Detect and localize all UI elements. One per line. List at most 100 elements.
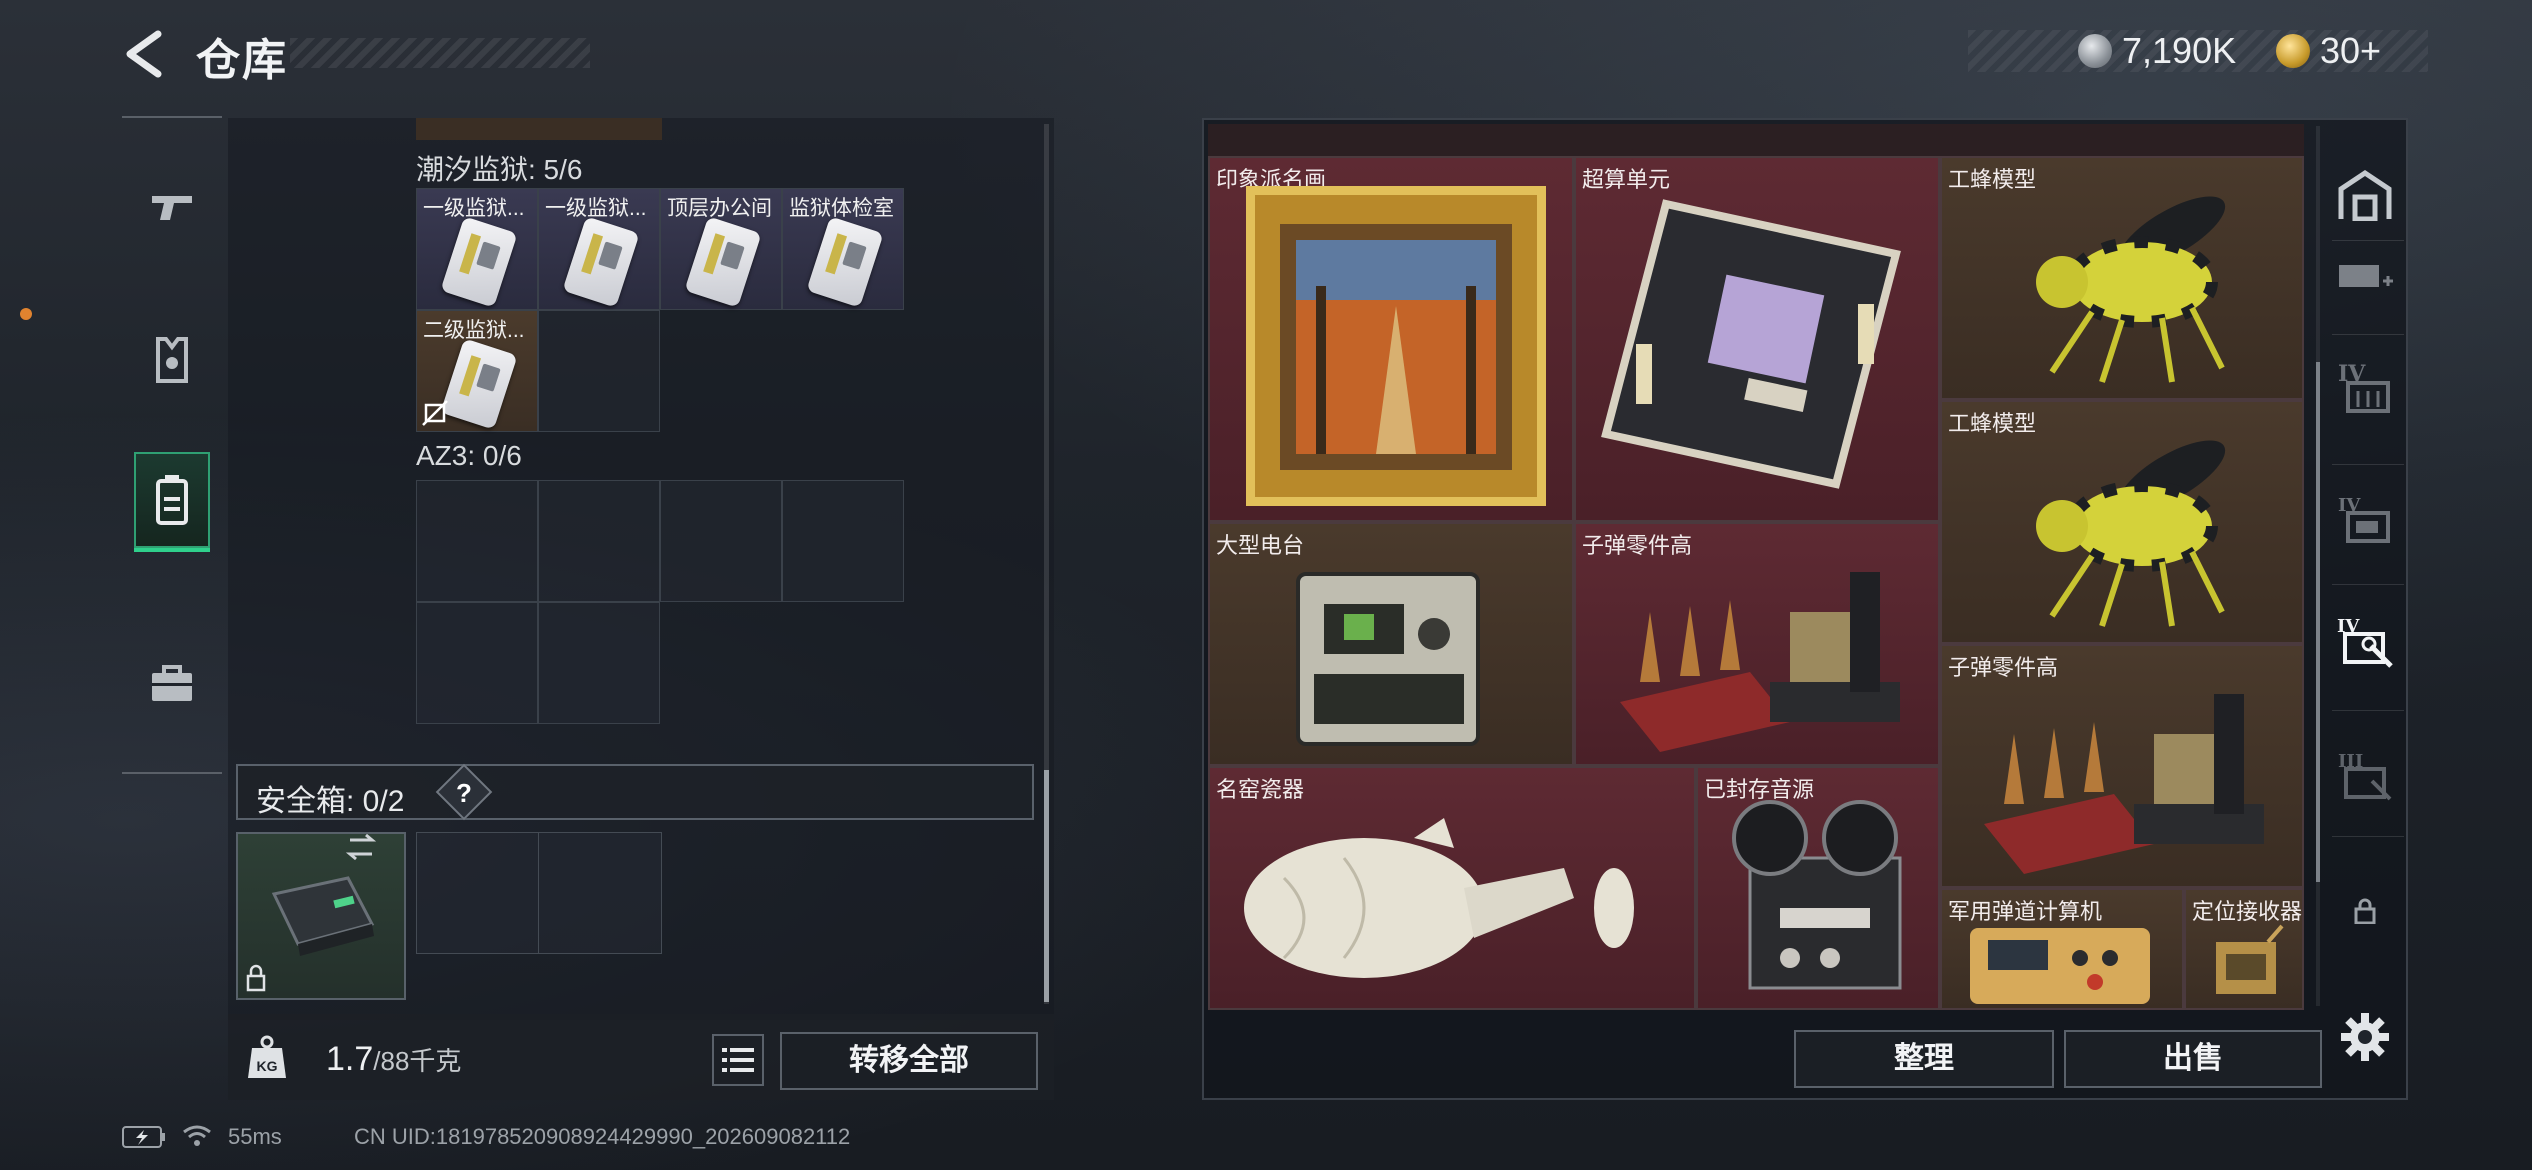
silver-currency-value: 7,190K bbox=[2122, 30, 2237, 71]
storage-item-painting[interactable]: 印象派名画 bbox=[1208, 156, 1574, 522]
ping-text: 55ms bbox=[228, 1124, 282, 1149]
warehouse-tab[interactable] bbox=[2330, 160, 2400, 230]
briefcase-icon bbox=[152, 665, 192, 701]
storage-item-large-radio[interactable]: 大型电台 bbox=[1208, 522, 1574, 766]
receiver-icon bbox=[2216, 924, 2284, 994]
silver-coin-icon bbox=[2078, 34, 2112, 68]
settings-button[interactable] bbox=[2330, 1002, 2400, 1072]
weight-display: 1.7/88千克 bbox=[326, 1040, 461, 1079]
key-slot-empty[interactable] bbox=[538, 310, 660, 432]
gold-currency-value: 30+ bbox=[2320, 30, 2382, 71]
ballistic-computer-icon bbox=[1970, 928, 2150, 1004]
svg-text:KG: KG bbox=[257, 1058, 278, 1074]
locked-slot-tab[interactable] bbox=[2330, 876, 2400, 946]
tier-iv-case-tool-icon: IV bbox=[2337, 616, 2393, 668]
key-slot[interactable]: 顶层办公间 bbox=[660, 188, 782, 310]
radio-station-icon bbox=[1296, 572, 1480, 746]
storage-item-worker-bee-model[interactable]: 工蜂模型 bbox=[1940, 400, 2304, 644]
group-label-tidal-prison: 潮汐监狱: 5/6 bbox=[416, 154, 583, 185]
ammo-parts-icon bbox=[1984, 694, 2264, 874]
az3-grid bbox=[416, 480, 906, 726]
storage-item-worker-bee-model[interactable]: 工蜂模型 bbox=[1940, 156, 2304, 400]
group-label-az3: AZ3: 0/6 bbox=[416, 440, 522, 471]
keycard-icon bbox=[440, 216, 518, 308]
storage-item-famous-porcelain[interactable]: 名窑瓷器 bbox=[1208, 766, 1696, 1010]
storage-grid: 印象派名画 超算单元 工蜂模型 工蜂模型 大型电台 子弹零件高 子弹零件高 名窑… bbox=[1208, 124, 2304, 1010]
help-button[interactable]: ? bbox=[444, 774, 484, 814]
tier-iv-tool-case-tab-selected[interactable]: IV bbox=[2330, 606, 2400, 676]
no-trade-icon bbox=[422, 400, 448, 426]
previous-row-edge bbox=[416, 118, 662, 140]
item-name: 超算单元 bbox=[1582, 167, 1671, 192]
storage-item-bullet-parts[interactable]: 子弹零件高 bbox=[1574, 522, 1940, 766]
ammo-parts-icon bbox=[1620, 572, 1900, 752]
key-slot-empty[interactable] bbox=[538, 480, 660, 602]
porcelain-vase-icon bbox=[1244, 818, 1634, 978]
key-slot-empty[interactable] bbox=[782, 480, 904, 602]
key-slot-name: 一级监狱... bbox=[545, 197, 647, 220]
storage-item-supercomputer[interactable]: 超算单元 bbox=[1574, 156, 1940, 522]
lock-icon bbox=[2354, 898, 2376, 924]
page-title: 仓库 bbox=[196, 36, 288, 85]
warehouse-icon bbox=[2338, 169, 2392, 221]
silver-currency[interactable]: 7,190K bbox=[2078, 28, 2236, 74]
gold-currency[interactable]: 30+ bbox=[2276, 28, 2381, 74]
notification-dot bbox=[20, 308, 32, 320]
tab-weapons[interactable] bbox=[134, 158, 210, 254]
list-view-button[interactable] bbox=[712, 1034, 764, 1086]
item-name: 定位接收器 bbox=[2192, 899, 2303, 924]
slot-divider bbox=[538, 832, 539, 954]
safe-box-item[interactable] bbox=[236, 832, 406, 1000]
key-slot-empty[interactable] bbox=[416, 602, 538, 724]
key-slot-name: 顶层办公间 bbox=[667, 197, 772, 220]
tier-iii-case-icon: III bbox=[2338, 751, 2392, 801]
key-slot[interactable]: 二级监狱... bbox=[416, 310, 538, 432]
key-container-icon bbox=[156, 475, 188, 525]
armor-vest-icon bbox=[156, 337, 188, 383]
weight-max: /88千克 bbox=[373, 1046, 462, 1076]
tier-iv-case-tab[interactable]: IV bbox=[2330, 354, 2400, 424]
divider bbox=[2332, 710, 2404, 711]
key-slot-empty[interactable] bbox=[660, 480, 782, 602]
gun-icon bbox=[152, 196, 192, 220]
keycard-icon bbox=[806, 216, 884, 308]
weight-kg-icon: KG bbox=[248, 1035, 286, 1078]
gear-icon bbox=[2341, 1013, 2389, 1061]
gold-coin-icon bbox=[2276, 34, 2310, 68]
weight-current: 1.7 bbox=[326, 1040, 374, 1078]
expansion-case-add-icon bbox=[2339, 265, 2393, 287]
tab-armor[interactable] bbox=[134, 312, 210, 408]
left-scrollbar-thumb[interactable] bbox=[1044, 770, 1049, 1002]
key-slot[interactable]: 监狱体检室 bbox=[782, 188, 904, 310]
transfer-all-button[interactable]: 转移全部 bbox=[780, 1032, 1038, 1090]
tab-key-containers[interactable] bbox=[134, 452, 210, 552]
tier-iv-case-icon: IV bbox=[2338, 363, 2390, 413]
safe-box-empty-slot[interactable] bbox=[416, 832, 662, 954]
uid-text: CN UID:1819785209089244299​90_2026090821… bbox=[354, 1124, 851, 1149]
tier-iii-case-tab[interactable]: III bbox=[2330, 740, 2400, 810]
safe-box-label: 安全箱: 0/2 bbox=[256, 785, 405, 818]
sell-button[interactable]: 出售 bbox=[2064, 1030, 2322, 1088]
keycard-icon bbox=[440, 338, 518, 430]
right-scrollbar-thumb[interactable] bbox=[2316, 362, 2320, 882]
divider bbox=[2332, 836, 2404, 837]
divider bbox=[2332, 464, 2404, 465]
storage-item-sealed-audio[interactable]: 已封存音源 bbox=[1696, 766, 1940, 1010]
tidy-button[interactable]: 整理 bbox=[1794, 1030, 2054, 1088]
expand-case-tab[interactable] bbox=[2330, 240, 2400, 310]
key-slot[interactable]: 一级监狱... bbox=[416, 188, 538, 310]
key-slot[interactable]: 一级监狱... bbox=[538, 188, 660, 310]
storage-item-bullet-parts[interactable]: 子弹零件高 bbox=[1940, 644, 2304, 888]
back-arrow-icon[interactable] bbox=[118, 28, 170, 80]
storage-item-positioning-receiver[interactable]: 定位接收器 bbox=[2184, 888, 2304, 1010]
key-slot-name: 监狱体检室 bbox=[789, 197, 894, 220]
storage-item-ballistic-computer[interactable]: 军用弹道计算机 bbox=[1940, 888, 2184, 1010]
keycard-icon bbox=[684, 216, 762, 308]
key-slot-empty[interactable] bbox=[416, 480, 538, 602]
tab-equipment[interactable] bbox=[134, 636, 210, 732]
tier-iv-case-tab[interactable]: IV bbox=[2330, 484, 2400, 554]
list-icon bbox=[722, 1048, 754, 1072]
tidal-prison-grid: 一级监狱... 一级监狱... 顶层办公间 监狱体检室 二级监狱... bbox=[416, 188, 906, 434]
key-slot-empty[interactable] bbox=[538, 602, 660, 724]
key-slot-name: 二级监狱... bbox=[423, 319, 525, 342]
